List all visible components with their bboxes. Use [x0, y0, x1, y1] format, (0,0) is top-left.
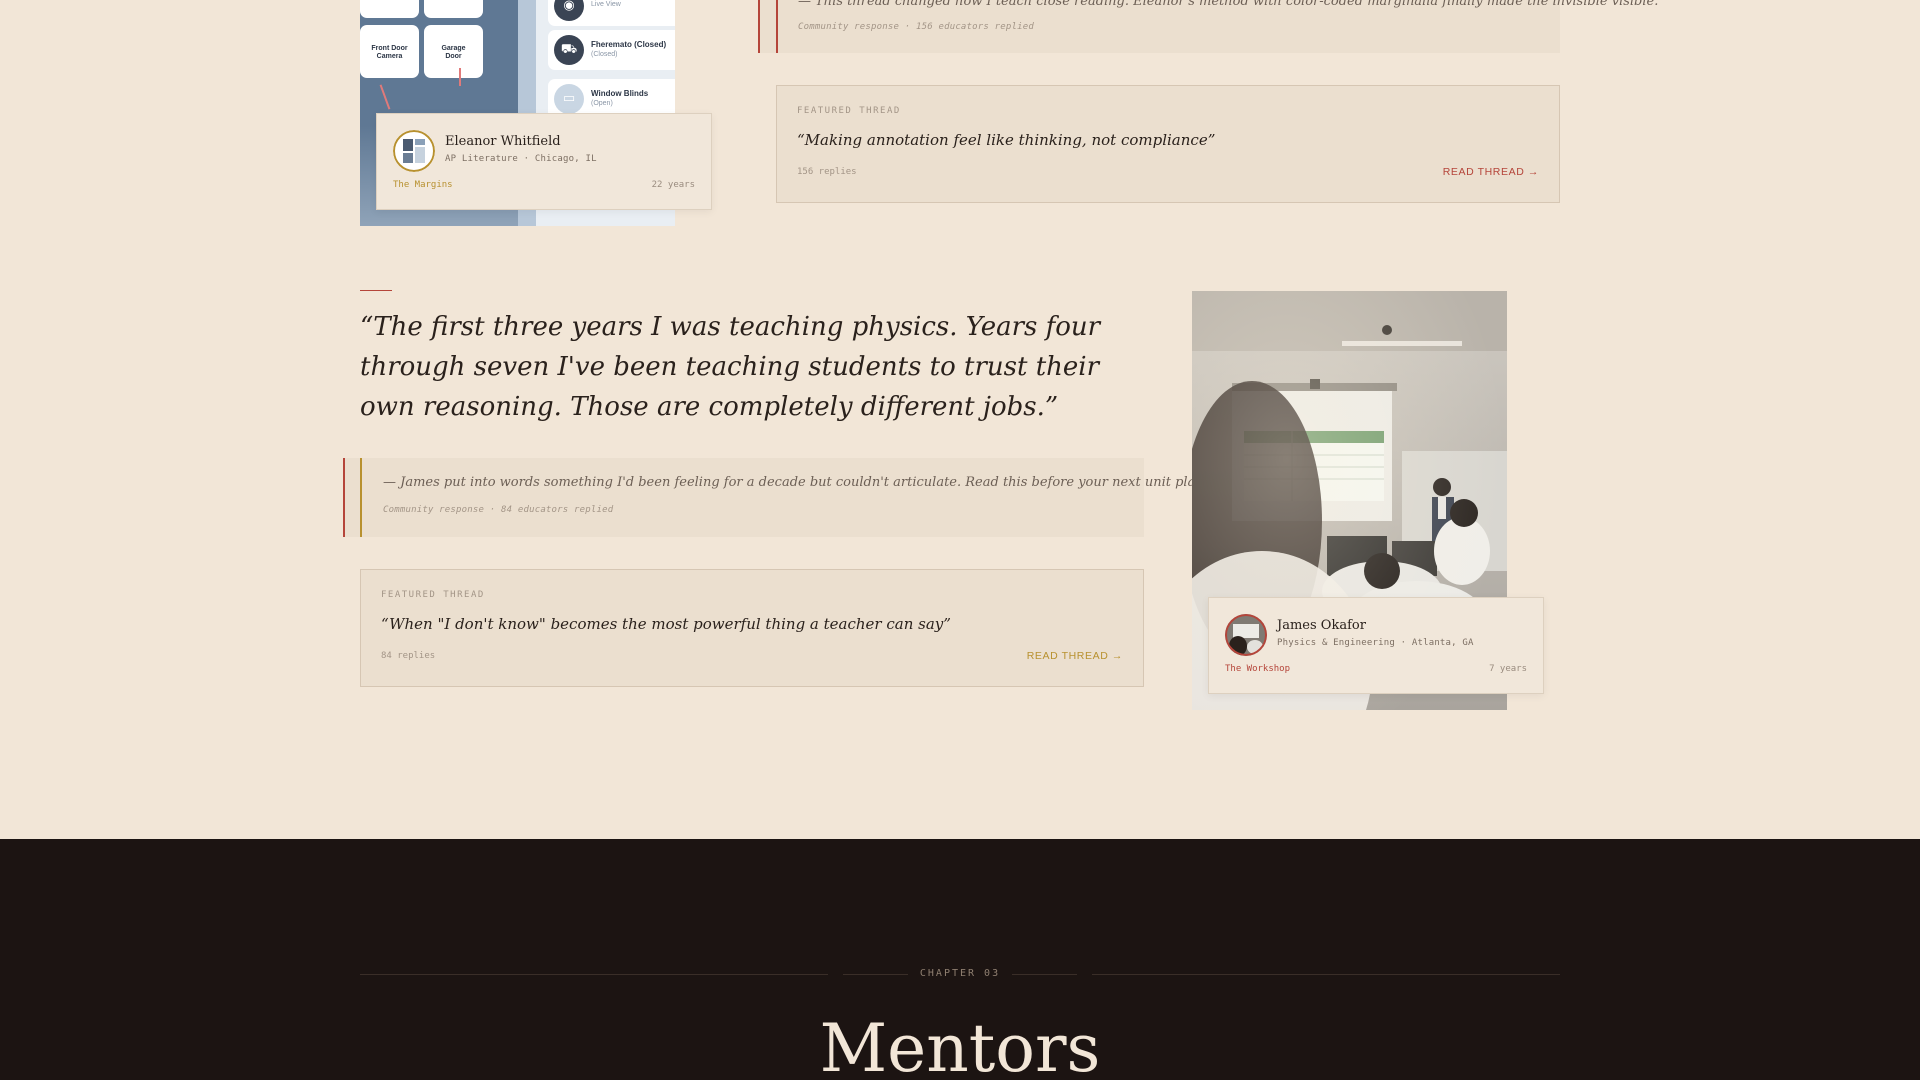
tile-garage-door: Garage Door	[424, 25, 483, 78]
blinds-icon: ▭	[554, 84, 584, 114]
profile-name: James Okafor	[1277, 618, 1366, 633]
community-response: — This thread changed how I teach close …	[758, 0, 1658, 53]
response-text: — This thread changed how I teach close …	[798, 0, 1659, 9]
profile-years: 7 years	[1489, 664, 1527, 674]
profile-group[interactable]: The Workshop	[1225, 664, 1290, 674]
thread-replies: 84 replies	[381, 651, 436, 661]
profile-meta: AP Literature · Chicago, IL	[445, 154, 597, 164]
featured-thread: FEATURED THREAD “Making annotation feel …	[776, 85, 1560, 203]
profile-years: 22 years	[651, 180, 695, 190]
avatar	[393, 130, 435, 172]
read-thread-link[interactable]: READ THREAD →	[1027, 650, 1123, 662]
profile-meta: Physics & Engineering · Atlanta, GA	[1277, 638, 1474, 648]
profile-name: Eleanor Whitfield	[445, 134, 561, 149]
avatar	[1225, 614, 1267, 656]
thread-replies: 156 replies	[797, 167, 857, 177]
app-row-garage: ⛟ Fheremato (Closed) (Closed)	[548, 30, 675, 70]
read-thread-link[interactable]: READ THREAD →	[1443, 166, 1539, 178]
response-sub: Community response · 84 educators replie…	[383, 505, 614, 515]
thread-title[interactable]: “When "I don't know" becomes the most po…	[381, 615, 951, 633]
camera-icon: ◉	[554, 0, 584, 21]
annotation-arrow	[459, 68, 461, 86]
thread-title[interactable]: “Making annotation feel like thinking, n…	[797, 131, 1215, 149]
pull-quote: “The first three years I was teaching ph…	[360, 312, 1101, 422]
response-text: — James put into words something I'd bee…	[383, 475, 1208, 490]
thread-kicker: FEATURED THREAD	[797, 106, 901, 116]
profile-card-eleanor[interactable]: Eleanor Whitfield AP Literature · Chicag…	[376, 113, 712, 210]
chapter-kicker: CHAPTER 03	[919, 968, 1001, 979]
community-response: — James put into words something I'd bee…	[343, 458, 1208, 537]
featured-thread: FEATURED THREAD “When "I don't know" bec…	[360, 569, 1144, 687]
chapter-title: Mentors	[819, 1010, 1101, 1080]
response-sub: Community response · 156 educators repli…	[798, 22, 1034, 32]
divider	[360, 290, 392, 291]
tile-front-door-camera: Front Door Camera	[360, 25, 419, 78]
car-icon: ⛟	[554, 35, 584, 65]
profile-group[interactable]: The Margins	[393, 180, 453, 190]
profile-card-james[interactable]: James Okafor Physics & Engineering · Atl…	[1208, 597, 1544, 694]
app-row-live-view: ◉ Live View	[548, 0, 675, 26]
thread-kicker: FEATURED THREAD	[381, 590, 485, 600]
